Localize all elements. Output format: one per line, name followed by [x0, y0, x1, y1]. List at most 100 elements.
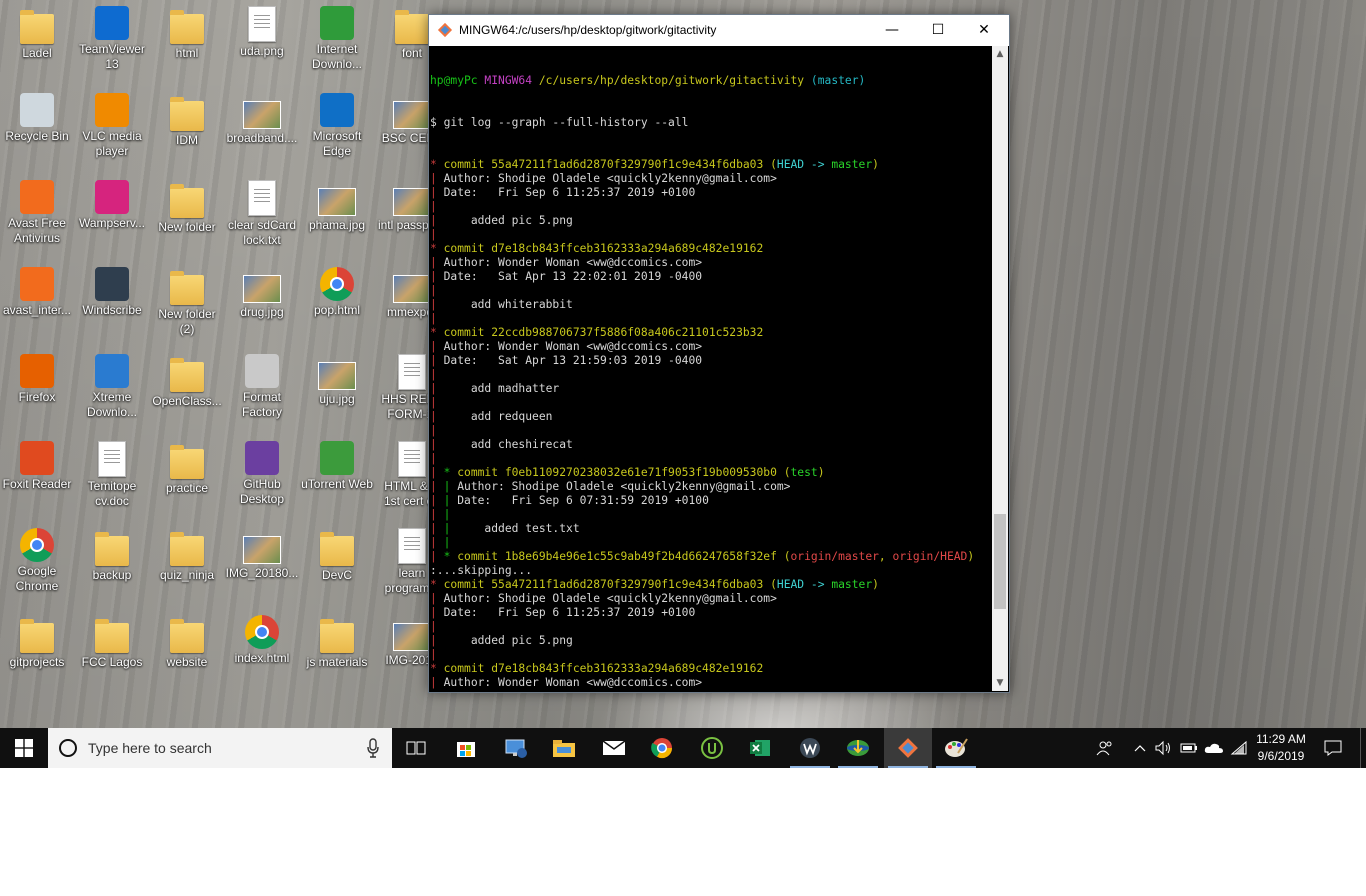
people-icon	[1096, 741, 1112, 756]
log-segment: |	[430, 522, 444, 535]
log-segment: ,	[878, 550, 893, 563]
git-bash-window[interactable]: MINGW64:/c/users/hp/desktop/gitwork/gita…	[428, 14, 1010, 693]
desktop-icon[interactable]: uTorrent Web	[300, 441, 374, 492]
search-box[interactable]: Type here to search	[48, 728, 392, 768]
desktop-icon[interactable]: js materials	[300, 615, 374, 670]
taskbar-file-explorer[interactable]	[540, 728, 588, 768]
desktop-icon[interactable]: Firefox	[0, 354, 74, 405]
desktop-icon-label: phama.jpg	[308, 218, 366, 232]
desktop-icon[interactable]: IDM	[150, 93, 224, 148]
start-button[interactable]	[0, 728, 48, 768]
wifi-icon	[1230, 740, 1247, 755]
desktop-icon[interactable]: website	[150, 615, 224, 670]
volume-button[interactable]	[1152, 728, 1174, 768]
taskbar-microsoft-store[interactable]	[442, 728, 490, 768]
log-segment: *	[430, 578, 444, 591]
folder-icon	[170, 97, 204, 131]
desktop-icon-label: practice	[165, 481, 209, 495]
close-button[interactable]: ✕	[961, 15, 1007, 45]
folder-icon	[95, 532, 129, 566]
taskbar-idm[interactable]	[834, 728, 882, 768]
document-icon	[398, 441, 426, 477]
desktop-icon-label: Firefox	[18, 390, 56, 404]
desktop-icon[interactable]: Ladel	[0, 6, 74, 61]
log-segment: |	[443, 480, 458, 493]
desktop-icon[interactable]: backup	[75, 528, 149, 583]
scroll-down-arrow-icon[interactable]: ▼	[992, 675, 1008, 691]
desktop-icon[interactable]: index.html	[225, 615, 299, 666]
task-view-button[interactable]	[392, 728, 440, 768]
log-segment: commit 55a47211f1ad6d2870f329790f1c9e434…	[443, 578, 771, 591]
log-segment: commit 22ccdb988706737f5886f08a406c21101…	[443, 326, 764, 339]
scrollbar-thumb[interactable]	[994, 514, 1006, 609]
desktop-icon[interactable]: FCC Lagos	[75, 615, 149, 670]
desktop-icon[interactable]: Windscribe	[75, 267, 149, 318]
desktop-icon[interactable]: broadband....	[225, 93, 299, 146]
desktop-icon[interactable]: IMG_20180...	[225, 528, 299, 581]
folder-icon	[395, 10, 429, 44]
desktop-icon[interactable]: Format Factory	[225, 354, 299, 420]
folder-icon	[170, 271, 204, 305]
minimize-button[interactable]: —	[869, 15, 915, 45]
desktop-icon-label: IDM	[176, 133, 198, 147]
taskbar-windscribe[interactable]	[786, 728, 834, 768]
log-segment: )	[872, 158, 879, 171]
desktop-icon[interactable]: VLC media player	[75, 93, 149, 159]
desktop-icon[interactable]: Google Chrome	[0, 528, 74, 594]
desktop-icon[interactable]: pop.html	[300, 267, 374, 318]
desktop-icon[interactable]: Temitope cv.doc	[75, 441, 149, 509]
taskbar-remote-desktop[interactable]	[492, 728, 540, 768]
desktop-icon[interactable]: GitHub Desktop	[225, 441, 299, 507]
log-segment: Author: Shodipe Oladele <quickly2kenny@g…	[443, 172, 777, 185]
log-segment: |	[430, 312, 444, 325]
speaker-icon	[1155, 740, 1170, 756]
desktop-icon[interactable]: New folder	[150, 180, 224, 235]
show-hidden-icons-button[interactable]	[1130, 728, 1150, 768]
window-titlebar[interactable]: MINGW64:/c/users/hp/desktop/gitwork/gita…	[429, 15, 1009, 46]
microphone-icon[interactable]	[366, 738, 380, 758]
desktop-icon[interactable]: Recycle Bin	[0, 93, 74, 144]
battery-button[interactable]	[1178, 728, 1200, 768]
desktop-icon[interactable]: drug.jpg	[225, 267, 299, 320]
desktop-icon-label: quiz_ninja	[159, 568, 215, 582]
desktop-icon[interactable]: Xtreme Downlo...	[75, 354, 149, 420]
desktop-icon[interactable]: quiz_ninja	[150, 528, 224, 583]
log-segment: :...skipping...	[430, 564, 533, 577]
desktop-icon[interactable]: phama.jpg	[300, 180, 374, 233]
log-segment: commit f0eb1109270238032e61e71f9053f19b0…	[457, 466, 784, 479]
desktop-icon[interactable]: avast_inter...	[0, 267, 74, 318]
show-desktop-button[interactable]	[1360, 728, 1366, 768]
desktop-icon[interactable]: gitprojects	[0, 615, 74, 670]
taskbar-utorrent[interactable]	[688, 728, 736, 768]
desktop-icon[interactable]: practice	[150, 441, 224, 496]
scroll-up-arrow-icon[interactable]: ▲	[992, 46, 1008, 62]
desktop-icon-label: gitprojects	[9, 655, 65, 669]
taskbar-mail[interactable]	[590, 728, 638, 768]
desktop-icon[interactable]: TeamViewer 13	[75, 6, 149, 72]
log-segment: commit 55a47211f1ad6d2870f329790f1c9e434…	[443, 158, 771, 171]
action-center-button[interactable]	[1318, 728, 1348, 768]
desktop-icon[interactable]: OpenClass...	[150, 354, 224, 409]
desktop-icon[interactable]: New folder (2)	[150, 267, 224, 337]
desktop-icon[interactable]: uju.jpg	[300, 354, 374, 407]
taskbar-excel[interactable]	[736, 728, 784, 768]
desktop-icon[interactable]: DevC	[300, 528, 374, 583]
vertical-scrollbar[interactable]: ▲ ▼	[992, 46, 1008, 691]
onedrive-button[interactable]	[1202, 728, 1226, 768]
taskbar-git-bash[interactable]	[884, 728, 932, 768]
desktop-icon[interactable]: clear sdCard lock.txt	[225, 180, 299, 248]
taskbar-paint[interactable]	[932, 728, 980, 768]
people-button[interactable]	[1092, 728, 1118, 768]
taskbar-chrome[interactable]	[638, 728, 686, 768]
desktop-icon[interactable]: html	[150, 6, 224, 61]
desktop-icon[interactable]: Microsoft Edge	[300, 93, 374, 159]
desktop-icon[interactable]: Avast Free Antivirus	[0, 180, 74, 246]
network-button[interactable]	[1228, 728, 1250, 768]
desktop-icon[interactable]: Internet Downlo...	[300, 6, 374, 72]
desktop-icon[interactable]: Wampserv...	[75, 180, 149, 231]
maximize-button[interactable]: ☐	[915, 15, 961, 45]
system-clock[interactable]: 11:29 AM 9/6/2019	[1248, 731, 1314, 765]
terminal-output[interactable]: hp@myPc MINGW64 /c/users/hp/desktop/gitw…	[430, 46, 992, 691]
desktop-icon[interactable]: uda.png	[225, 6, 299, 59]
desktop-icon[interactable]: Foxit Reader	[0, 441, 74, 492]
